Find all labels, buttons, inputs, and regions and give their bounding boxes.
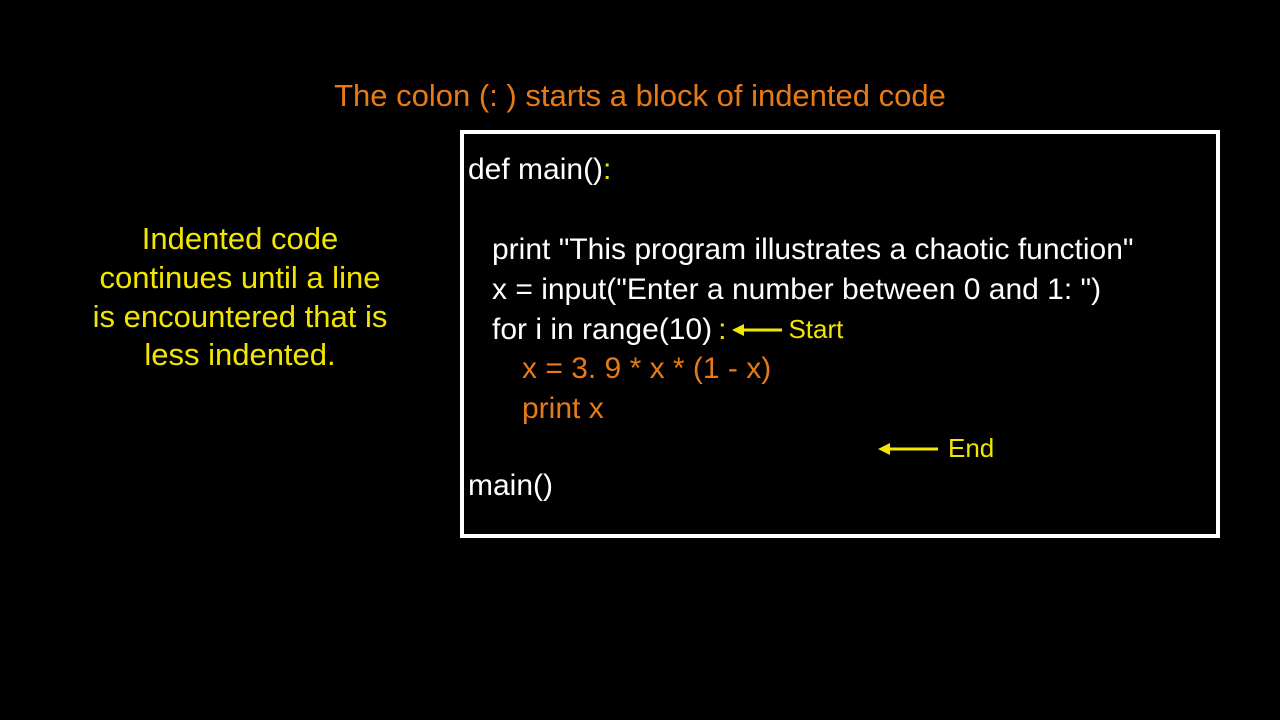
- side-note: Indented code continues until a line is …: [90, 220, 390, 375]
- end-label: End: [948, 431, 994, 466]
- code-box: def main(): print "This program illustra…: [460, 130, 1220, 538]
- code-text: for i in range(10): [492, 310, 712, 350]
- start-label: Start: [788, 312, 843, 347]
- code-line-def: def main():: [468, 150, 1212, 190]
- code-line-main-call: main(): [468, 466, 1212, 506]
- slide-title: The colon (: ) starts a block of indente…: [0, 78, 1280, 114]
- arrow-left-icon: [878, 440, 938, 458]
- code-line-assign: x = 3. 9 * x * (1 - x): [468, 349, 1212, 389]
- code-line-print2: print x: [468, 389, 1212, 429]
- end-annotation-row: End: [468, 431, 1212, 466]
- slide: The colon (: ) starts a block of indente…: [0, 0, 1280, 720]
- code-line-input: x = input("Enter a number between 0 and …: [468, 270, 1212, 310]
- arrow-left-icon: [732, 321, 782, 339]
- colon-highlight: :: [718, 310, 726, 350]
- code-line-blank: [468, 190, 1212, 230]
- code-line-for: for i in range(10): Start: [468, 310, 1212, 350]
- code-line-print1: print "This program illustrates a chaoti…: [468, 230, 1212, 270]
- colon-highlight: :: [603, 153, 611, 186]
- code-text: def main(): [468, 153, 603, 186]
